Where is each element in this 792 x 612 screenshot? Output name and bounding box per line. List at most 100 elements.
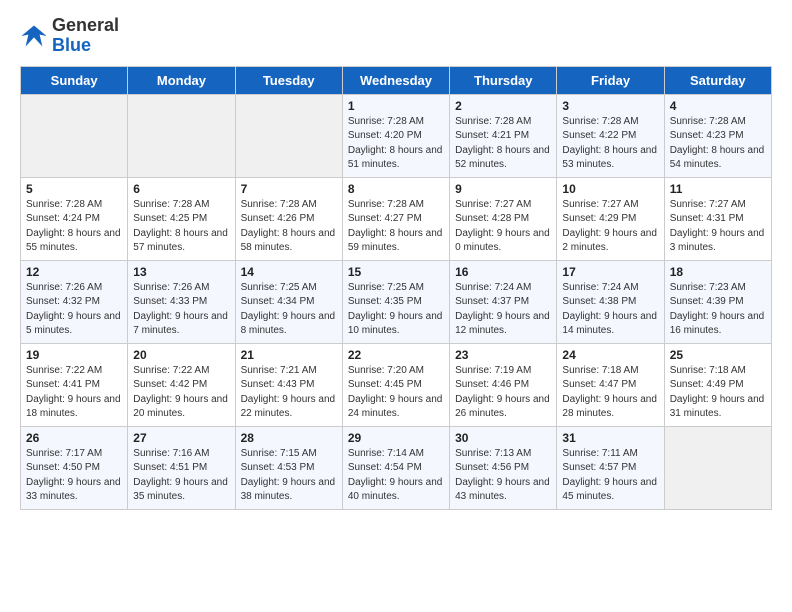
day-cell xyxy=(128,94,235,177)
day-info: Sunrise: 7:18 AM Sunset: 4:49 PM Dayligh… xyxy=(670,364,766,422)
day-number: 11 xyxy=(670,182,766,196)
day-cell: 10Sunrise: 7:27 AM Sunset: 4:29 PM Dayli… xyxy=(557,177,664,260)
week-row-5: 26 Sunrise: 7:17 AM Sunset: 4:50 PM Dayli… xyxy=(21,426,772,509)
day-info: Sunrise: 7:13 AM Sunset: 4:56 PM Dayligh… xyxy=(455,447,551,505)
day-info: Sunrise: 7:22 AM Sunset: 4:41 PM Dayligh… xyxy=(26,364,122,422)
logo-text: General Blue xyxy=(52,16,119,56)
day-number: 8 xyxy=(348,182,444,196)
calendar-table: SundayMondayTuesdayWednesdayThursdayFrid… xyxy=(20,66,772,510)
day-number: 6 xyxy=(133,182,229,196)
day-info: Sunrise: 7:28 AM Sunset: 4:20 PM Dayligh… xyxy=(348,115,444,173)
day-number: 27 xyxy=(133,431,229,445)
dow-header-tuesday: Tuesday xyxy=(235,66,342,94)
week-row-3: 12Sunrise: 7:26 AM Sunset: 4:32 PM Dayli… xyxy=(21,260,772,343)
day-cell: 8 Sunrise: 7:28 AM Sunset: 4:27 PM Daylig… xyxy=(342,177,449,260)
day-cell: 19 Sunrise: 7:22 AM Sunset: 4:41 PM Dayli… xyxy=(21,343,128,426)
day-number: 31 xyxy=(562,431,658,445)
day-cell: 29 Sunrise: 7:14 AM Sunset: 4:54 PM Dayli… xyxy=(342,426,449,509)
day-info: Sunrise: 7:27 AM Sunset: 4:28 PM Dayligh… xyxy=(455,198,551,256)
day-number: 21 xyxy=(241,348,337,362)
day-number: 10 xyxy=(562,182,658,196)
day-cell: 30Sunrise: 7:13 AM Sunset: 4:56 PM Dayli… xyxy=(450,426,557,509)
day-cell: 4Sunrise: 7:28 AM Sunset: 4:23 PM Daylig… xyxy=(664,94,771,177)
day-info: Sunrise: 7:28 AM Sunset: 4:24 PM Dayligh… xyxy=(26,198,122,256)
week-row-1: 1 Sunrise: 7:28 AM Sunset: 4:20 PM Daylig… xyxy=(21,94,772,177)
week-row-2: 5 Sunrise: 7:28 AM Sunset: 4:24 PM Daylig… xyxy=(21,177,772,260)
day-cell: 25Sunrise: 7:18 AM Sunset: 4:49 PM Dayli… xyxy=(664,343,771,426)
logo-blue: Blue xyxy=(52,35,91,55)
dow-header-thursday: Thursday xyxy=(450,66,557,94)
day-number: 7 xyxy=(241,182,337,196)
dow-header-friday: Friday xyxy=(557,66,664,94)
day-info: Sunrise: 7:22 AM Sunset: 4:42 PM Dayligh… xyxy=(133,364,229,422)
day-number: 29 xyxy=(348,431,444,445)
logo-general: General xyxy=(52,15,119,35)
calendar-body: 1 Sunrise: 7:28 AM Sunset: 4:20 PM Daylig… xyxy=(21,94,772,509)
day-cell: 18Sunrise: 7:23 AM Sunset: 4:39 PM Dayli… xyxy=(664,260,771,343)
day-info: Sunrise: 7:24 AM Sunset: 4:38 PM Dayligh… xyxy=(562,281,658,339)
day-number: 17 xyxy=(562,265,658,279)
day-cell xyxy=(21,94,128,177)
day-number: 23 xyxy=(455,348,551,362)
day-cell: 6Sunrise: 7:28 AM Sunset: 4:25 PM Daylig… xyxy=(128,177,235,260)
day-cell: 31 Sunrise: 7:11 AM Sunset: 4:57 PM Dayli… xyxy=(557,426,664,509)
day-info: Sunrise: 7:28 AM Sunset: 4:27 PM Dayligh… xyxy=(348,198,444,256)
dow-header-monday: Monday xyxy=(128,66,235,94)
day-number: 28 xyxy=(241,431,337,445)
day-info: Sunrise: 7:16 AM Sunset: 4:51 PM Dayligh… xyxy=(133,447,229,505)
day-number: 9 xyxy=(455,182,551,196)
day-cell: 23Sunrise: 7:19 AM Sunset: 4:46 PM Dayli… xyxy=(450,343,557,426)
day-cell xyxy=(235,94,342,177)
day-number: 20 xyxy=(133,348,229,362)
dow-header-saturday: Saturday xyxy=(664,66,771,94)
day-cell: 2Sunrise: 7:28 AM Sunset: 4:21 PM Daylig… xyxy=(450,94,557,177)
day-info: Sunrise: 7:17 AM Sunset: 4:50 PM Dayligh… xyxy=(26,447,122,505)
day-cell: 1 Sunrise: 7:28 AM Sunset: 4:20 PM Daylig… xyxy=(342,94,449,177)
day-number: 2 xyxy=(455,99,551,113)
day-info: Sunrise: 7:25 AM Sunset: 4:34 PM Dayligh… xyxy=(241,281,337,339)
day-cell: 16Sunrise: 7:24 AM Sunset: 4:37 PM Dayli… xyxy=(450,260,557,343)
day-cell: 20 Sunrise: 7:22 AM Sunset: 4:42 PM Dayli… xyxy=(128,343,235,426)
day-number: 3 xyxy=(562,99,658,113)
day-number: 19 xyxy=(26,348,122,362)
day-number: 16 xyxy=(455,265,551,279)
week-row-4: 19 Sunrise: 7:22 AM Sunset: 4:41 PM Dayli… xyxy=(21,343,772,426)
day-cell: 21 Sunrise: 7:21 AM Sunset: 4:43 PM Dayli… xyxy=(235,343,342,426)
logo: General Blue xyxy=(20,16,119,56)
day-number: 13 xyxy=(133,265,229,279)
dow-header-wednesday: Wednesday xyxy=(342,66,449,94)
day-number: 14 xyxy=(241,265,337,279)
day-cell: 26 Sunrise: 7:17 AM Sunset: 4:50 PM Dayli… xyxy=(21,426,128,509)
day-info: Sunrise: 7:28 AM Sunset: 4:26 PM Dayligh… xyxy=(241,198,337,256)
day-cell: 13 Sunrise: 7:26 AM Sunset: 4:33 PM Dayli… xyxy=(128,260,235,343)
day-cell: 5 Sunrise: 7:28 AM Sunset: 4:24 PM Daylig… xyxy=(21,177,128,260)
day-cell: 9 Sunrise: 7:27 AM Sunset: 4:28 PM Daylig… xyxy=(450,177,557,260)
day-info: Sunrise: 7:18 AM Sunset: 4:47 PM Dayligh… xyxy=(562,364,658,422)
day-info: Sunrise: 7:28 AM Sunset: 4:22 PM Dayligh… xyxy=(562,115,658,173)
day-info: Sunrise: 7:14 AM Sunset: 4:54 PM Dayligh… xyxy=(348,447,444,505)
day-number: 1 xyxy=(348,99,444,113)
day-cell: 15 Sunrise: 7:25 AM Sunset: 4:35 PM Dayli… xyxy=(342,260,449,343)
day-number: 15 xyxy=(348,265,444,279)
day-of-week-row: SundayMondayTuesdayWednesdayThursdayFrid… xyxy=(21,66,772,94)
day-info: Sunrise: 7:26 AM Sunset: 4:33 PM Dayligh… xyxy=(133,281,229,339)
day-cell: 24Sunrise: 7:18 AM Sunset: 4:47 PM Dayli… xyxy=(557,343,664,426)
day-cell: 7 Sunrise: 7:28 AM Sunset: 4:26 PM Daylig… xyxy=(235,177,342,260)
dow-header-sunday: Sunday xyxy=(21,66,128,94)
day-info: Sunrise: 7:15 AM Sunset: 4:53 PM Dayligh… xyxy=(241,447,337,505)
day-number: 18 xyxy=(670,265,766,279)
header: General Blue xyxy=(20,16,772,56)
day-number: 5 xyxy=(26,182,122,196)
day-info: Sunrise: 7:25 AM Sunset: 4:35 PM Dayligh… xyxy=(348,281,444,339)
day-info: Sunrise: 7:27 AM Sunset: 4:31 PM Dayligh… xyxy=(670,198,766,256)
day-number: 26 xyxy=(26,431,122,445)
day-number: 12 xyxy=(26,265,122,279)
day-info: Sunrise: 7:21 AM Sunset: 4:43 PM Dayligh… xyxy=(241,364,337,422)
day-cell xyxy=(664,426,771,509)
day-cell: 22Sunrise: 7:20 AM Sunset: 4:45 PM Dayli… xyxy=(342,343,449,426)
day-number: 4 xyxy=(670,99,766,113)
logo-bird-icon xyxy=(20,22,48,50)
day-cell: 11 Sunrise: 7:27 AM Sunset: 4:31 PM Dayli… xyxy=(664,177,771,260)
day-info: Sunrise: 7:11 AM Sunset: 4:57 PM Dayligh… xyxy=(562,447,658,505)
day-number: 22 xyxy=(348,348,444,362)
